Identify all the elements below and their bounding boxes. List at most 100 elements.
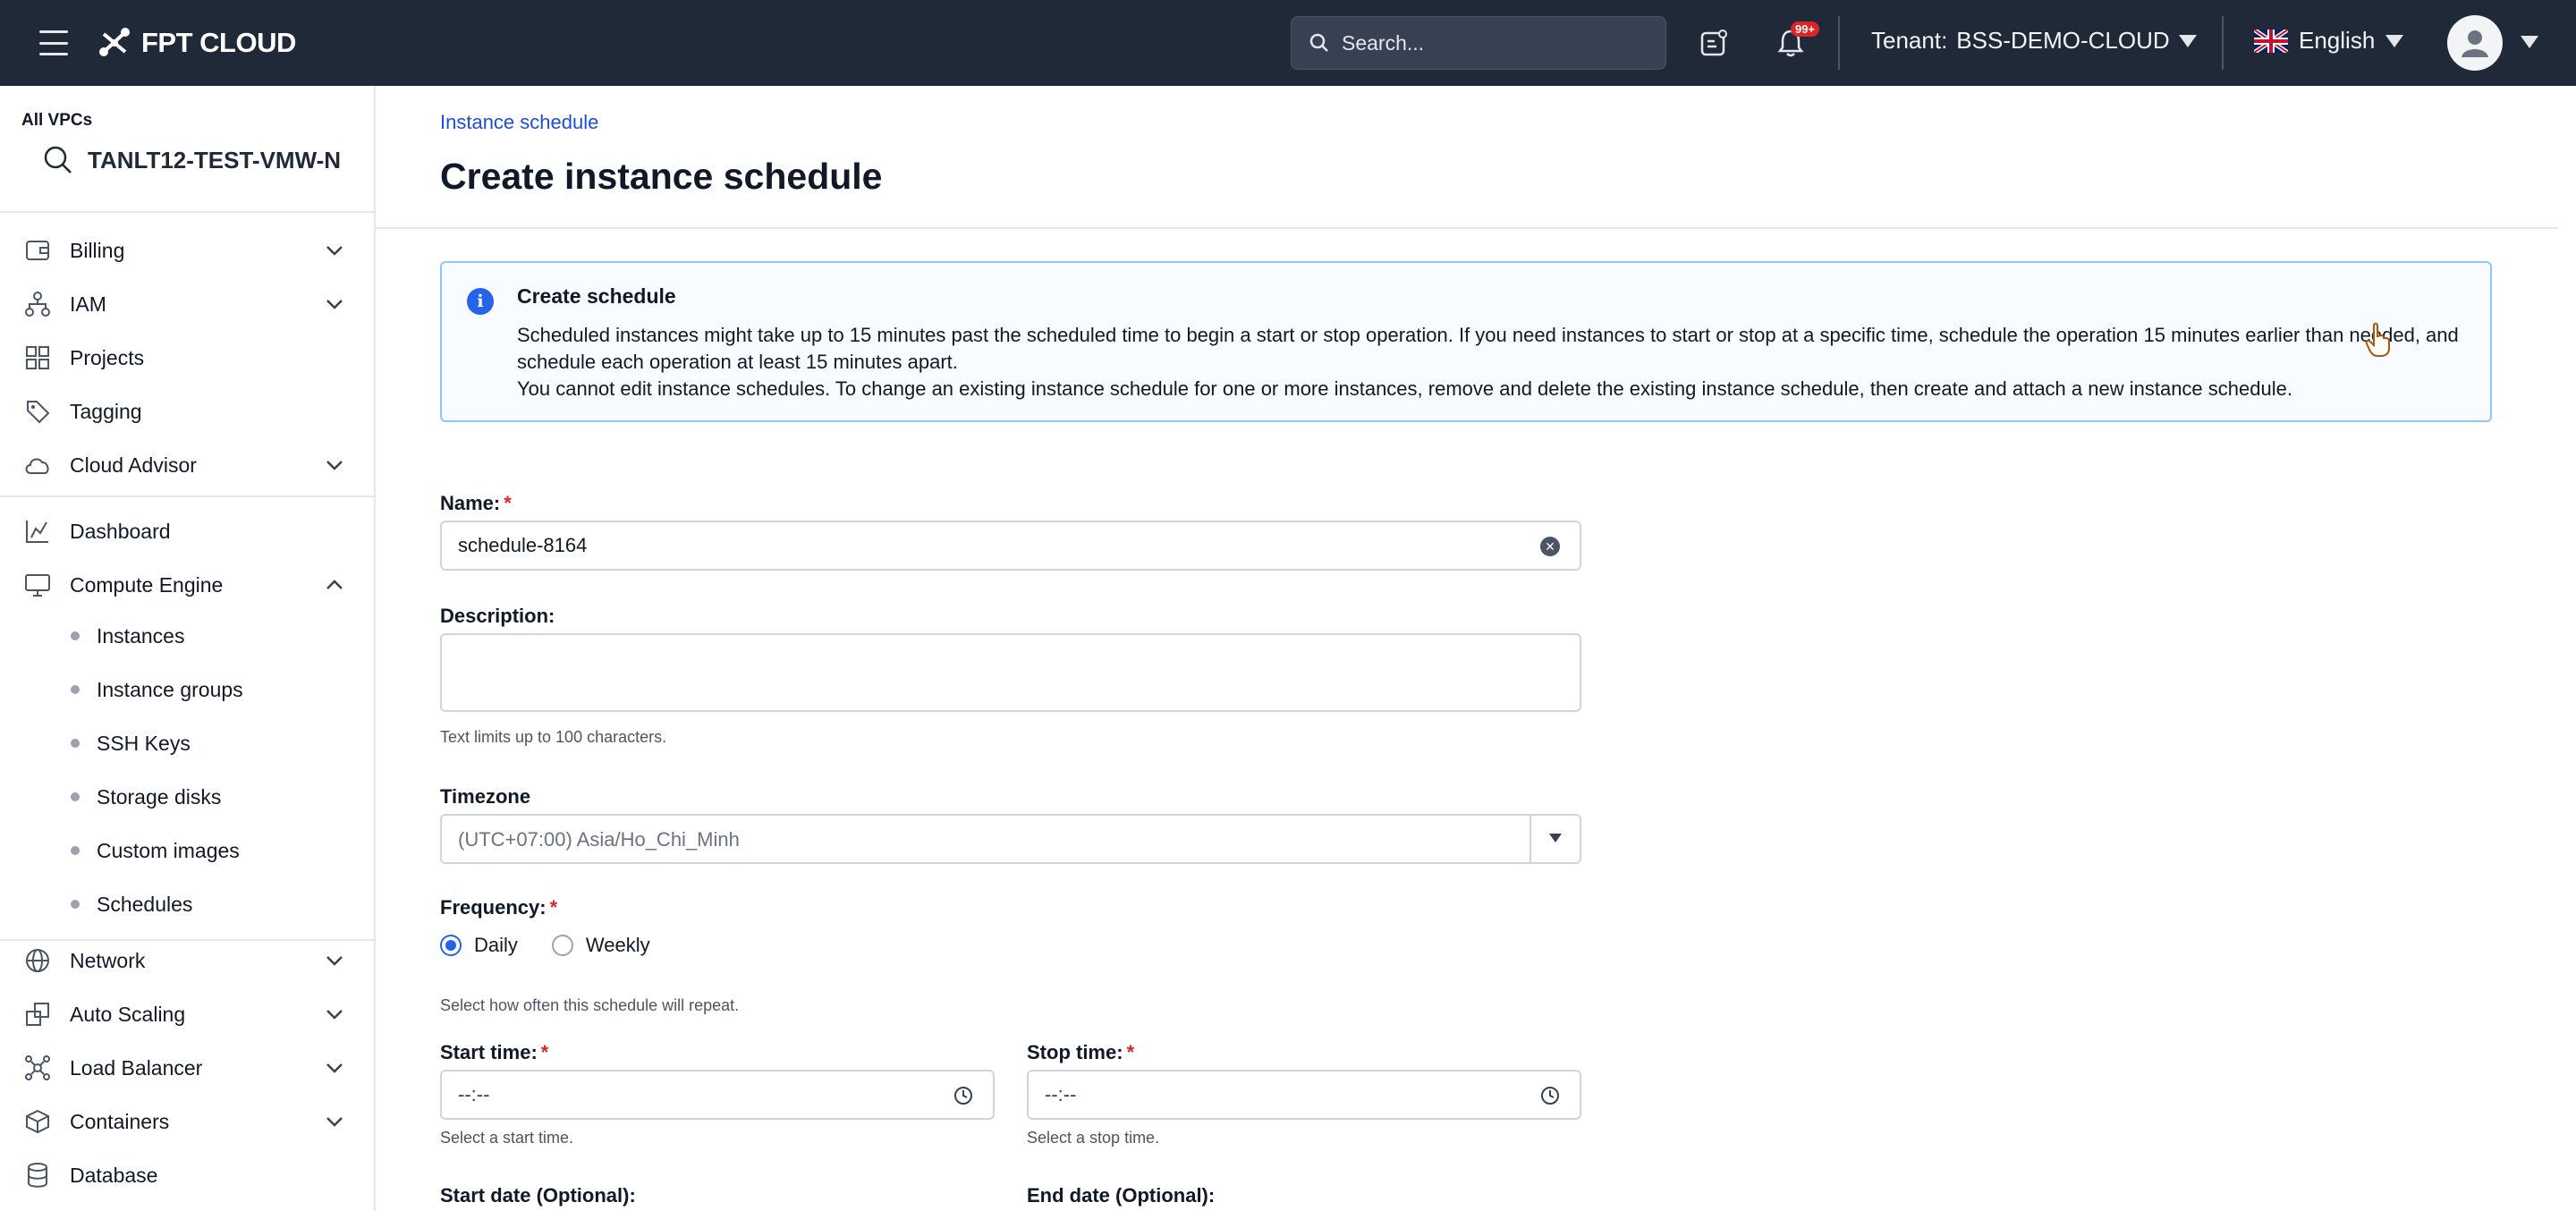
sidebar-item-auto-scaling[interactable]: Auto Scaling bbox=[0, 989, 376, 1039]
user-avatar[interactable] bbox=[2447, 15, 2503, 71]
radio-label: Weekly bbox=[585, 934, 650, 956]
bullet-dot bbox=[71, 631, 80, 640]
sidebar-item-dashboard[interactable]: Dashboard bbox=[0, 506, 376, 556]
chevron-down-icon bbox=[326, 1010, 343, 1020]
sidebar-subitem-label: Instance groups bbox=[97, 677, 243, 701]
start-time-input[interactable]: --:-- bbox=[440, 1070, 995, 1120]
sidebar-subitem-label: Schedules bbox=[97, 892, 193, 916]
name-input-value: schedule-8164 bbox=[458, 534, 588, 556]
sidebar-item-projects[interactable]: Projects bbox=[0, 333, 376, 383]
user-menu-caret-icon[interactable] bbox=[2521, 36, 2538, 48]
sidebar-subitem-instance-groups[interactable]: Instance groups bbox=[0, 667, 376, 712]
chevron-up-icon bbox=[326, 580, 343, 589]
task-list-icon[interactable] bbox=[1696, 25, 1732, 61]
tenant-value: BSS-DEMO-CLOUD bbox=[1956, 27, 2170, 54]
clear-input-icon[interactable]: ✕ bbox=[1540, 537, 1560, 556]
info-icon: i bbox=[467, 288, 494, 315]
start-time-hint: Select a start time. bbox=[440, 1129, 574, 1147]
search-placeholder: Search... bbox=[1342, 30, 1425, 55]
search-icon bbox=[44, 146, 72, 174]
bullet-dot bbox=[71, 739, 80, 748]
sidebar: All VPCs TANLT12-TEST-VMW-N Billing IAM … bbox=[0, 86, 376, 1211]
clock-icon bbox=[954, 1087, 972, 1105]
sidebar-item-iam[interactable]: IAM bbox=[0, 279, 376, 329]
description-hint: Text limits up to 100 characters. bbox=[440, 728, 667, 746]
page-title: Create instance schedule bbox=[440, 156, 883, 197]
frequency-weekly-radio[interactable]: Weekly bbox=[551, 934, 650, 957]
description-textarea[interactable] bbox=[440, 633, 1581, 712]
stop-time-label: Stop time: * bbox=[1027, 1041, 1135, 1063]
vpc-label: All VPCs bbox=[21, 111, 93, 130]
menu-toggle-icon[interactable] bbox=[39, 30, 68, 55]
caret-down-icon bbox=[2178, 34, 2197, 47]
bullet-dot bbox=[71, 900, 80, 909]
sidebar-subitem-instances[interactable]: Instances bbox=[0, 614, 376, 658]
sidebar-item-label: Tagging bbox=[70, 399, 142, 423]
tenant-label: Tenant: bbox=[1871, 27, 1948, 54]
name-label: Name: * bbox=[440, 492, 512, 514]
sidebar-item-network[interactable]: Network bbox=[0, 936, 376, 986]
sidebar-subitem-schedules[interactable]: Schedules bbox=[0, 882, 376, 927]
sidebar-item-containers[interactable]: Containers bbox=[0, 1097, 376, 1147]
sidebar-item-cloud-advisor[interactable]: Cloud Advisor bbox=[0, 440, 376, 490]
chevron-down-icon bbox=[326, 300, 343, 309]
fpt-cloud-logo[interactable]: FPT CLOUD bbox=[97, 23, 296, 63]
end-date-label: End date (Optional): bbox=[1027, 1184, 1216, 1207]
chevron-down-icon bbox=[326, 1063, 343, 1073]
sidebar-subitem-custom-images[interactable]: Custom images bbox=[0, 828, 376, 873]
sidebar-item-label: Projects bbox=[70, 345, 145, 369]
logo-mark-icon bbox=[99, 28, 130, 56]
bullet-dot bbox=[71, 846, 80, 855]
name-input[interactable]: schedule-8164 ✕ bbox=[440, 521, 1581, 571]
user-icon bbox=[2462, 30, 2488, 57]
sidebar-item-compute-engine[interactable]: Compute Engine bbox=[0, 560, 376, 610]
sidebar-item-load-balancer[interactable]: Load Balancer bbox=[0, 1043, 376, 1093]
box-icon bbox=[23, 1107, 52, 1136]
org-chart-icon bbox=[23, 290, 52, 318]
radio-label: Daily bbox=[474, 934, 518, 956]
sidebar-subitem-label: SSH Keys bbox=[97, 731, 191, 755]
sidebar-item-label: Auto Scaling bbox=[70, 1002, 186, 1026]
sidebar-subitem-ssh-keys[interactable]: SSH Keys bbox=[0, 721, 376, 766]
info-line-1: Scheduled instances might take up to 15 … bbox=[517, 324, 2459, 373]
tenant-selector[interactable]: Tenant: BSS-DEMO-CLOUD bbox=[1871, 27, 2197, 55]
sidebar-item-label: Cloud Advisor bbox=[70, 453, 197, 477]
tag-icon bbox=[23, 397, 52, 426]
info-title: Create schedule bbox=[517, 284, 676, 308]
frequency-hint: Select how often this schedule will repe… bbox=[440, 996, 740, 1014]
sidebar-divider bbox=[0, 495, 376, 497]
timezone-select[interactable]: (UTC+07:00) Asia/Ho_Chi_Minh bbox=[440, 814, 1581, 864]
globe-icon bbox=[23, 946, 52, 975]
chart-line-icon bbox=[23, 517, 52, 546]
language-label: English bbox=[2299, 27, 2376, 54]
sidebar-item-tagging[interactable]: Tagging bbox=[0, 386, 376, 436]
logo-text: FPT CLOUD bbox=[141, 27, 296, 58]
sidebar-item-label: Compute Engine bbox=[70, 572, 224, 597]
stop-time-hint: Select a stop time. bbox=[1027, 1129, 1160, 1147]
hand-pointer-cursor-icon bbox=[2365, 322, 2390, 357]
top-navigation-bar: FPT CLOUD Search... 99+ Tenant: BSS-DEMO… bbox=[0, 0, 2576, 86]
chevron-down-icon bbox=[326, 461, 343, 470]
sidebar-item-billing[interactable]: Billing bbox=[0, 225, 376, 275]
notification-count-badge: 99+ bbox=[1791, 21, 1820, 37]
sidebar-subitem-storage-disks[interactable]: Storage disks bbox=[0, 775, 376, 819]
bullet-dot bbox=[71, 792, 80, 801]
sidebar-item-label: IAM bbox=[70, 292, 106, 316]
sidebar-item-database[interactable]: Database bbox=[0, 1150, 376, 1200]
chevron-down-icon bbox=[326, 956, 343, 966]
stop-time-input[interactable]: --:-- bbox=[1027, 1070, 1581, 1120]
frequency-daily-radio[interactable]: Daily bbox=[440, 934, 518, 957]
sidebar-subitem-label: Custom images bbox=[97, 838, 240, 862]
language-selector[interactable]: English bbox=[2254, 27, 2404, 55]
notification-bell-icon[interactable]: 99+ bbox=[1773, 21, 1820, 61]
description-label: Description: bbox=[440, 605, 555, 627]
global-search-input[interactable]: Search... bbox=[1291, 16, 1666, 70]
sidebar-subitem-label: Instances bbox=[97, 623, 185, 648]
radio-unselected-icon bbox=[551, 935, 573, 956]
vpc-selector[interactable]: TANLT12-TEST-VMW-N bbox=[43, 145, 341, 175]
grid-icon bbox=[23, 343, 52, 372]
info-alert: i Create schedule Scheduled instances mi… bbox=[440, 261, 2492, 422]
breadcrumb-instance-schedule[interactable]: Instance schedule bbox=[440, 111, 598, 134]
timezone-label: Timezone bbox=[440, 785, 531, 808]
header-divider bbox=[376, 227, 2558, 229]
